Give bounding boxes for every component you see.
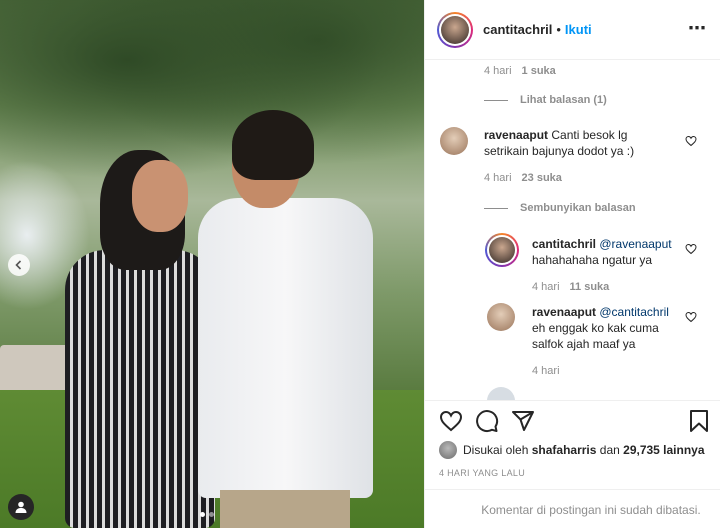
hide-replies-toggle[interactable]: Sembunyikan balasan (484, 202, 636, 214)
comments-list[interactable]: 4 hari 1 suka Lihat balasan (1) ravenaapu… (425, 60, 720, 400)
heart-icon[interactable] (439, 409, 463, 433)
reply-text: cantitachril @ravenaaput hahahahaha ngat… (532, 237, 672, 267)
like-reply-icon[interactable] (685, 311, 697, 323)
post-side-panel: cantitachril • Ikuti ⋯ 4 hari 1 suka Liha… (424, 0, 720, 528)
share-icon[interactable] (511, 409, 535, 433)
comment-meta: 4 hari 1 suka (484, 65, 556, 77)
reply-text: ravenaaput @cantitachril eh enggak ko ka… (532, 305, 669, 351)
chevron-left-icon (15, 260, 22, 270)
follow-button[interactable]: Ikuti (565, 22, 592, 37)
more-options-icon[interactable]: ⋯ (688, 19, 707, 37)
liked-by-username[interactable]: shafaharris (532, 443, 597, 457)
post-actions: Disukai oleh shafaharris dan 29,735 lain… (425, 400, 720, 528)
tagged-users-button[interactable] (8, 494, 34, 520)
reply-mention[interactable]: @cantitachril (599, 305, 669, 319)
header-separator: • (556, 22, 561, 37)
bookmark-icon[interactable] (687, 409, 711, 433)
comment-text: ravenaaput Canti besok lg setrikain baju… (484, 128, 635, 158)
reply-username[interactable]: cantitachril (532, 237, 596, 251)
comment-time: 4 hari (484, 65, 512, 77)
comment-username[interactable]: ravenaaput (484, 128, 548, 142)
user-icon (15, 501, 27, 513)
reply-author-avatar[interactable] (487, 387, 515, 400)
commenter-avatar[interactable] (440, 127, 468, 155)
like-reply-icon[interactable] (685, 243, 697, 255)
reply-author-avatar[interactable] (485, 233, 519, 267)
liked-by: Disukai oleh shafaharris dan 29,735 lain… (439, 441, 705, 459)
photo-woman-face (132, 160, 188, 232)
reply-author-avatar[interactable] (487, 303, 515, 331)
view-replies-label: Lihat balasan (1) (520, 94, 607, 106)
reply-mention[interactable]: @ravenaaput (599, 237, 671, 251)
photo-woman-dress (65, 250, 215, 528)
comment-meta: 4 hari 23 suka (484, 172, 562, 184)
photo-path (0, 345, 70, 395)
comments-closed-notice: Komentar di postingan ini sudah dibatasi… (425, 489, 720, 528)
post-photo[interactable] (0, 0, 424, 528)
hide-replies-label: Sembunyikan balasan (520, 202, 636, 214)
carousel-dots (200, 512, 214, 517)
liked-by-avatar[interactable] (439, 441, 457, 459)
photo-man-shirt (198, 198, 373, 498)
post-header: cantitachril • Ikuti ⋯ (425, 0, 720, 60)
like-comment-icon[interactable] (685, 135, 697, 147)
carousel-dot (209, 512, 214, 517)
photo-man-hair (232, 110, 314, 180)
liked-by-count[interactable]: 29,735 lainnya (623, 443, 704, 457)
author-avatar[interactable] (437, 11, 473, 48)
carousel-dot-active (200, 512, 205, 517)
post-timestamp[interactable]: 4 HARI YANG LALU (439, 468, 525, 478)
reply-meta: 4 hari (532, 365, 560, 377)
comment-likes[interactable]: 1 suka (522, 65, 556, 77)
comment-icon[interactable] (475, 409, 499, 433)
view-replies-toggle[interactable]: Lihat balasan (1) (484, 94, 607, 106)
carousel-prev-button[interactable] (8, 254, 30, 276)
photo-man-pants (220, 490, 350, 528)
reply-meta: 4 hari 11 suka (532, 281, 610, 293)
author-username[interactable]: cantitachril (483, 22, 552, 37)
reply-username[interactable]: ravenaaput (532, 305, 596, 319)
